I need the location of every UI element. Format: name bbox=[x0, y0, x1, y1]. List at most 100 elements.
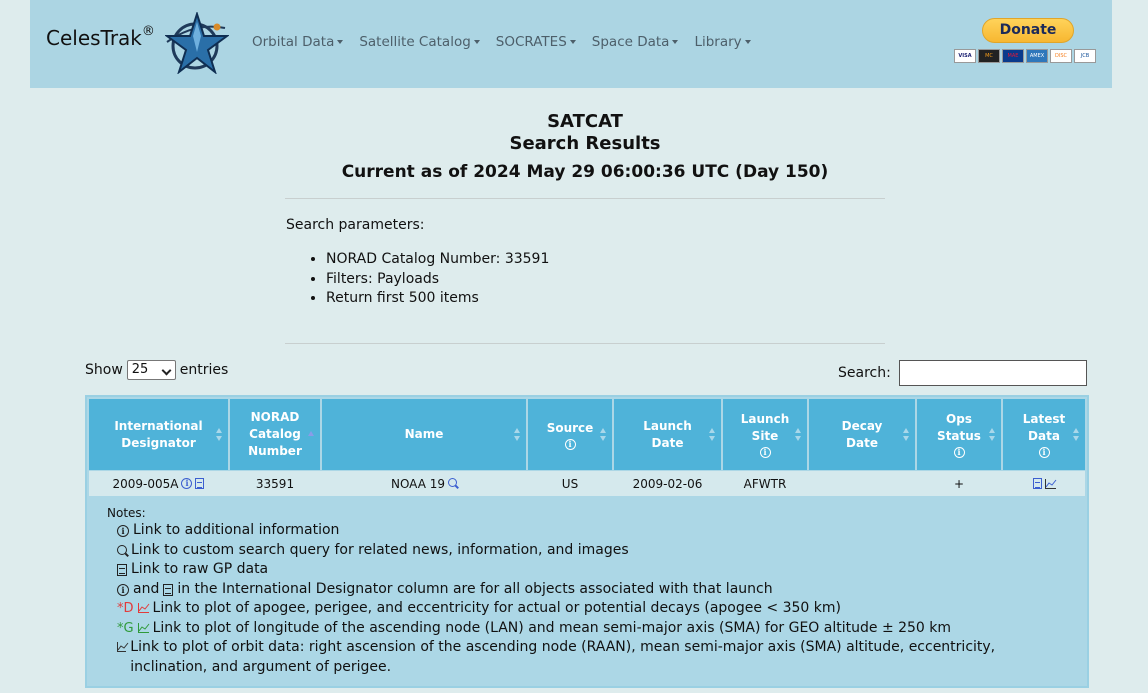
param-item: Return first 500 items bbox=[326, 289, 549, 309]
col-name[interactable]: Name bbox=[322, 399, 526, 470]
divider bbox=[285, 198, 885, 199]
header-label: Site bbox=[751, 429, 779, 443]
brand-text: CelesTrak bbox=[46, 26, 142, 50]
menu-space-data[interactable]: Space Data bbox=[592, 34, 679, 50]
header-label: Decay bbox=[841, 418, 883, 433]
geo-link-label: *G bbox=[117, 620, 134, 636]
sort-icon bbox=[1073, 428, 1080, 441]
search-icon[interactable] bbox=[448, 478, 458, 487]
table-header: International Designator NORAD Catalog N… bbox=[89, 399, 1085, 470]
current-as-of: Current as of 2024 May 29 06:00:36 UTC (… bbox=[341, 162, 829, 182]
entries-length-control: Show 25 entries bbox=[85, 360, 228, 380]
menu-label: Satellite Catalog bbox=[359, 34, 471, 50]
cell-source: US bbox=[561, 476, 579, 491]
amex-card-icon: AMEX bbox=[1026, 49, 1048, 63]
col-norad-catalog-number[interactable]: NORAD Catalog Number bbox=[230, 399, 320, 470]
table-search: Search: bbox=[838, 360, 1087, 386]
entries-label: entries bbox=[179, 362, 229, 378]
header-label: Date bbox=[651, 435, 684, 450]
document-icon[interactable] bbox=[1032, 478, 1042, 489]
table-row: 2009-005A i 33591 NOAA 19 US 2009-02-06 … bbox=[89, 471, 1085, 496]
note-text: Link to additional information bbox=[133, 522, 340, 538]
satcat-table: International Designator NORAD Catalog N… bbox=[85, 395, 1089, 688]
menu-library[interactable]: Library bbox=[694, 34, 751, 50]
col-international-designator[interactable]: International Designator bbox=[89, 399, 228, 470]
maestro-card-icon: MAE bbox=[1002, 49, 1024, 63]
header-label: Data bbox=[1028, 429, 1060, 443]
chart-icon[interactable] bbox=[1044, 478, 1056, 489]
sort-icon bbox=[709, 428, 716, 441]
cell-norad: 33591 bbox=[255, 476, 295, 491]
cell-launch-site: AFWTR bbox=[743, 476, 787, 491]
note-decay: *D Link to plot of apogee, perigee, and e… bbox=[107, 599, 1067, 619]
note-text: in the International Designator column a… bbox=[177, 580, 773, 597]
page-subtitle: Search Results bbox=[509, 133, 661, 154]
params-heading: Search parameters: bbox=[286, 217, 425, 233]
document-icon[interactable] bbox=[195, 478, 205, 489]
decay-link-label: *D bbox=[117, 601, 134, 616]
cell-latest-data bbox=[1003, 471, 1085, 496]
caret-down-icon bbox=[744, 40, 751, 44]
note-text: Link to plot of longitude of the ascendi… bbox=[152, 619, 952, 636]
header-label: International bbox=[114, 418, 203, 433]
visa-card-icon: VISA bbox=[954, 49, 976, 63]
header-label: Number bbox=[248, 444, 302, 458]
payment-cards: VISA MC MAE AMEX DISC JCB bbox=[954, 49, 1096, 63]
note-text: Link to custom search query for related … bbox=[131, 541, 629, 558]
header-label: Ops bbox=[946, 412, 972, 426]
sort-icon bbox=[795, 428, 802, 441]
search-label: Search: bbox=[838, 365, 891, 381]
caret-down-icon bbox=[337, 40, 344, 44]
col-source[interactable]: Source i bbox=[528, 399, 612, 470]
document-icon bbox=[163, 583, 174, 596]
param-item: NORAD Catalog Number: 33591 bbox=[326, 250, 549, 270]
col-latest-data[interactable]: Latest Data i bbox=[1003, 399, 1085, 470]
decay-chart-icon bbox=[137, 603, 149, 613]
show-label: Show bbox=[85, 362, 123, 378]
note-info: i Link to additional information bbox=[107, 521, 1067, 541]
note-gp: Link to raw GP data bbox=[107, 560, 1067, 580]
header-label: Latest bbox=[1022, 412, 1066, 426]
cell-name: NOAA 19 bbox=[322, 471, 526, 496]
search-input[interactable] bbox=[898, 360, 1087, 386]
info-icon: i bbox=[117, 583, 129, 596]
header-label: Launch bbox=[643, 418, 692, 433]
jcb-card-icon: JCB bbox=[1074, 49, 1096, 63]
notes-label: Notes: bbox=[107, 506, 146, 520]
cell-ops-status: + bbox=[953, 476, 965, 491]
note-geo: *G Link to plot of longitude of the ascen… bbox=[107, 619, 1067, 639]
col-ops-status[interactable]: Ops Status i bbox=[917, 399, 1001, 470]
info-icon[interactable]: i bbox=[564, 438, 576, 450]
col-launch-site[interactable]: Launch Site i bbox=[723, 399, 807, 470]
celestrak-star-logo-icon[interactable] bbox=[165, 12, 229, 74]
header-label: Status bbox=[937, 429, 981, 443]
discover-card-icon: DISC bbox=[1050, 49, 1072, 63]
menu-socrates[interactable]: SOCRATES bbox=[496, 34, 576, 50]
info-icon[interactable]: i bbox=[181, 478, 193, 489]
col-decay-date[interactable]: Decay Date bbox=[809, 399, 915, 470]
col-launch-date[interactable]: Launch Date bbox=[614, 399, 721, 470]
chart-icon bbox=[117, 642, 129, 652]
header-label: Catalog bbox=[249, 427, 301, 441]
entries-select[interactable]: 25 bbox=[126, 360, 176, 380]
sort-icon bbox=[989, 428, 996, 441]
brand-name[interactable]: CelesTrak® bbox=[46, 24, 155, 50]
geo-chart-icon bbox=[137, 622, 149, 633]
search-parameters: Search parameters: NORAD Catalog Number:… bbox=[286, 217, 549, 309]
info-icon[interactable]: i bbox=[953, 447, 965, 458]
caret-down-icon bbox=[569, 40, 576, 44]
mastercard-icon: MC bbox=[978, 49, 1000, 63]
header-label: Date bbox=[846, 435, 878, 450]
menu-orbital-data[interactable]: Orbital Data bbox=[252, 34, 344, 50]
info-icon[interactable]: i bbox=[1038, 447, 1050, 458]
header-label: Source bbox=[546, 420, 594, 435]
donate-button[interactable]: Donate bbox=[982, 18, 1074, 43]
info-icon[interactable]: i bbox=[759, 447, 771, 458]
header-label: Launch bbox=[740, 412, 790, 426]
registered-mark: ® bbox=[141, 24, 155, 40]
caret-down-icon bbox=[672, 40, 679, 44]
note-search: Link to custom search query for related … bbox=[107, 541, 1067, 561]
caret-down-icon bbox=[473, 40, 480, 44]
menu-satellite-catalog[interactable]: Satellite Catalog bbox=[359, 34, 480, 50]
menu-label: Space Data bbox=[591, 34, 670, 50]
